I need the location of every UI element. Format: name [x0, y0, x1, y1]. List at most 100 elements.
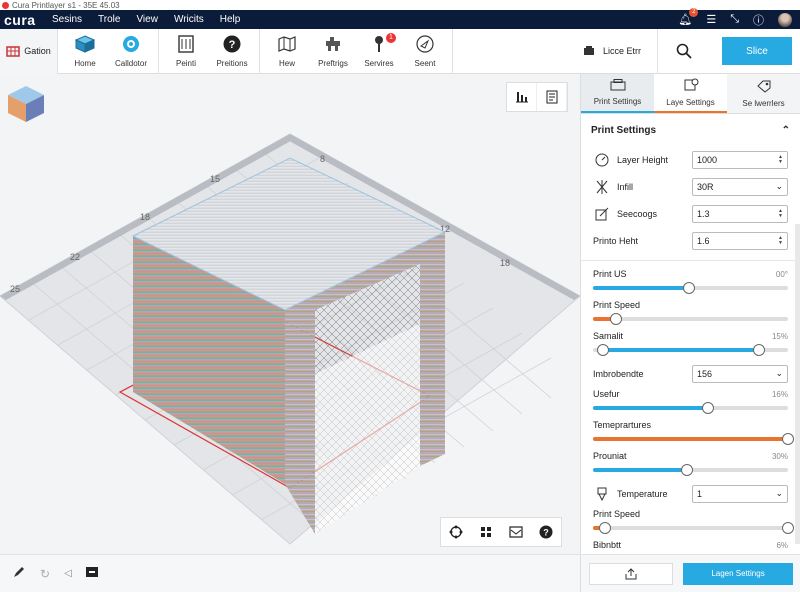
slider-track[interactable] [593, 282, 788, 294]
preitions-button[interactable]: ? Preitions [209, 29, 255, 74]
spinner-arrows-icon[interactable]: ▲ ▼ [778, 208, 783, 219]
panel-tabs: Print Settings Laye Settings Se lwerrler… [581, 74, 800, 114]
menu-item-2[interactable]: View [128, 14, 166, 25]
section-header[interactable]: Print Settings ⌃ [581, 114, 800, 146]
main-toolbar: Gation Home Calldotor Peinti ? Preitions… [0, 28, 800, 74]
slider-track[interactable] [593, 522, 794, 534]
setting-row-seecoogs: Seecoogs 1.3 ▲ ▼ [581, 200, 800, 227]
slider-handle[interactable] [680, 464, 693, 476]
slider-handle[interactable] [610, 313, 623, 325]
slider-sliders-0: Print US 00° [581, 267, 800, 298]
slice-button[interactable]: Slice [722, 37, 792, 65]
slider-fill [593, 468, 687, 472]
menu-item-1[interactable]: Trole [90, 14, 128, 25]
slider-handle-end[interactable] [782, 522, 794, 534]
slider-handle[interactable] [598, 522, 611, 534]
tab-print-settings[interactable]: Print Settings [581, 74, 654, 113]
help-circle-icon[interactable]: ? [531, 518, 561, 546]
toolbar-group-1: Home Calldotor [58, 28, 159, 74]
print-button[interactable]: Peinti [163, 29, 209, 74]
pencil-icon[interactable] [12, 565, 26, 582]
calibration-button[interactable]: Calldotor [108, 29, 154, 74]
axis-label-4: 8 [320, 154, 325, 164]
seecoogs-input[interactable]: 1.3 ▲ ▼ [692, 204, 788, 223]
divider [581, 260, 800, 261]
slider-handle[interactable] [782, 433, 794, 445]
edit-icon [593, 207, 611, 221]
axis-label-0: 25 [10, 284, 20, 294]
slider-fill [593, 406, 709, 410]
toolbar-first-button[interactable]: Gation [0, 28, 58, 74]
slider-label: Samalit [593, 331, 624, 341]
menu-lines-icon[interactable]: ☰ [706, 13, 716, 26]
slider-handle[interactable] [682, 282, 695, 294]
svg-text:?: ? [543, 528, 549, 538]
send-button[interactable]: Seent [402, 29, 448, 74]
build-plate-scene: 25 22 18 15 8 12 18 [0, 133, 580, 545]
3d-viewport[interactable]: 25 22 18 15 8 12 18 ? [0, 74, 580, 554]
services-button[interactable]: 1 Servires [356, 29, 402, 74]
box-icon[interactable] [85, 567, 98, 580]
slider-value: 00° [775, 269, 788, 279]
info-icon[interactable]: ⓘ [753, 12, 764, 28]
slider-label: Print Speed [593, 300, 641, 310]
hew-label: Hew [278, 59, 295, 68]
map-icon [278, 34, 296, 54]
layers-tab-icon [683, 78, 699, 94]
bell-icon[interactable]: 🔔︎ 2 [678, 8, 699, 26]
last-setting-label: Bibnbtt [593, 540, 622, 550]
viewport-tools [506, 82, 568, 112]
export-button[interactable] [589, 562, 673, 585]
spinner-arrows-icon[interactable]: ▲ ▼ [778, 154, 783, 165]
slider-group-b: Usefur 16% Temeprartures Prouniat 30% [581, 387, 800, 480]
columns-icon[interactable] [507, 83, 537, 111]
slider-label: Usefur [593, 389, 620, 399]
menu-item-3[interactable]: Wricits [166, 14, 212, 25]
back-icon[interactable]: ◁ [64, 568, 72, 579]
slider-track[interactable] [593, 402, 788, 414]
print-height-input[interactable]: 1.6 ▲ ▼ [692, 231, 788, 250]
search-icon[interactable] [658, 29, 710, 74]
resize-icon[interactable]: ⤡ [730, 13, 739, 26]
imbrobendte-select[interactable]: 156 ⌄ [692, 364, 788, 383]
notes-icon[interactable] [537, 83, 567, 111]
tab-layer-settings[interactable]: Laye Settings [654, 74, 727, 113]
chevron-up-icon[interactable]: ⌃ [782, 125, 790, 136]
grid-icon [6, 46, 20, 57]
slider-track[interactable] [593, 464, 788, 476]
preferences-button[interactable]: Preftrigs [310, 29, 356, 74]
chevron-down-icon: ⌄ [775, 488, 783, 498]
slider-track[interactable] [593, 313, 788, 325]
spinner-arrows-icon[interactable]: ▲ ▼ [778, 235, 783, 246]
slider-group-a: Print US 00° Print Speed Samalit 15% [581, 267, 800, 360]
infill-select[interactable]: 30R ⌄ [692, 177, 788, 196]
slider-handle[interactable] [702, 402, 715, 414]
panel-scrollbar[interactable] [795, 224, 800, 544]
slider-label: Print US [593, 269, 627, 279]
cube-icon [75, 34, 95, 54]
home-button[interactable]: Home [62, 29, 108, 74]
grid-view-icon[interactable] [471, 518, 501, 546]
view-cube-icon[interactable] [6, 84, 46, 127]
slider-label: Temeprartures [593, 420, 652, 430]
tab-se-lwerrlers[interactable]: Se lwerrlers [727, 74, 800, 113]
slider-track[interactable] [593, 344, 788, 356]
layer-height-value: 1000 [697, 154, 718, 165]
temperature-select[interactable]: 1 ⌄ [692, 484, 788, 503]
slider-handle-low[interactable] [596, 344, 609, 356]
image-icon[interactable] [501, 518, 531, 546]
open-settings-button[interactable]: Lagen Settings [683, 562, 793, 585]
device-selector[interactable]: Licce Etrr [567, 28, 658, 74]
slider-handle[interactable] [752, 344, 765, 356]
menu-item-0[interactable]: Sesins [44, 14, 90, 25]
setting-row-temperature: Temperature 1 ⌄ [581, 480, 800, 507]
layer-height-input[interactable]: 1000 ▲ ▼ [692, 150, 788, 169]
slider-track[interactable] [593, 433, 794, 445]
menu-item-4[interactable]: Help [212, 14, 249, 25]
brand-logo: cura [4, 11, 36, 28]
hew-button[interactable]: Hew [264, 29, 310, 74]
move-icon[interactable] [441, 518, 471, 546]
tag-tab-icon [756, 79, 772, 95]
refresh-icon[interactable]: ↻ [40, 567, 50, 581]
avatar[interactable] [778, 12, 792, 27]
